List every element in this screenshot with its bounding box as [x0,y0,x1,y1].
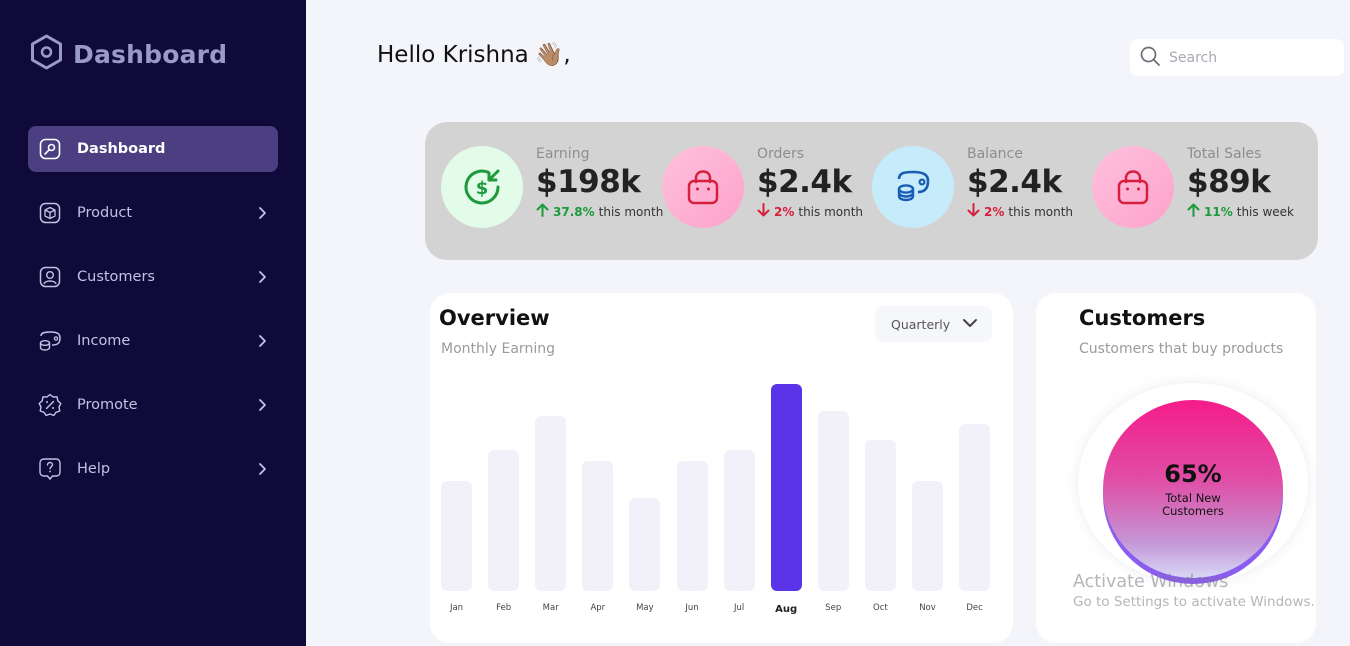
customers-donut: 65% Total New Customers [1078,383,1308,584]
bar-label: Mar [542,603,559,613]
greeting: Hello Krishna 👋🏽 , [377,41,571,69]
sidebar-item-help[interactable]: Help [28,446,278,492]
greeting-suffix: , [563,41,571,68]
bar-dec[interactable] [959,424,991,591]
chevron-right-icon [258,459,268,483]
stat-change: 2% this month [967,203,1117,220]
stat-percent: 37.8% [553,204,595,219]
sidebar-item-income[interactable]: Income [28,318,278,364]
bar-aug[interactable] [770,384,802,591]
bar-label: Apr [590,603,606,613]
bar-oct[interactable] [864,440,896,591]
sidebar-item-label: Product [77,205,133,221]
bar-sep[interactable] [817,411,849,591]
bar-feb[interactable] [488,450,520,591]
stat-period: this week [1236,204,1294,219]
key-icon [38,137,62,161]
sidebar-item-label: Dashboard [77,141,166,157]
watermark-line1: Activate Windows [1073,572,1229,592]
brand-title: Dashboard [73,39,228,69]
bar-jan[interactable] [441,481,472,591]
bag-icon [1092,146,1174,228]
discount-badge-icon [38,393,62,417]
arrow-down-icon [967,203,980,220]
dollar-icon: $ [441,146,523,228]
sidebar-item-label: Help [77,461,111,477]
hexagon-logo-icon [30,34,63,74]
wallet-icon [872,146,954,228]
bar-label: Dec [966,603,983,613]
sidebar-item-customers[interactable]: Customers [28,254,278,300]
stat-percent: 2% [774,204,795,219]
sidebar: Dashboard Dashboard Product Customers In… [0,0,306,646]
stat-change: 37.8% this month [536,203,686,220]
stat-label: Earning [536,146,590,162]
donut-center: 65% Total New Customers [1103,400,1283,578]
waving-hand-icon: 👋🏽 [534,42,564,68]
bar-label: Aug [775,604,798,615]
stat-percent: 11% [1204,204,1233,219]
sidebar-item-label: Customers [77,269,155,285]
help-icon [38,457,62,481]
bar-label: Nov [919,603,936,613]
bar-label: Oct [873,603,888,613]
period-select-value: Quarterly [891,316,951,332]
stat-period: this month [798,204,864,219]
bar-nov[interactable] [912,481,943,591]
watermark-line2: Go to Settings to activate Windows. [1073,594,1315,610]
bar-label: May [636,603,654,613]
chevron-right-icon [258,267,268,291]
stat-label: Balance [967,146,1023,162]
stat-change: 11% this week [1187,203,1337,220]
wallet-icon [38,329,62,353]
cube-icon [38,201,62,225]
donut-label: Total New Customers [1162,491,1224,518]
chevron-right-icon [258,203,268,227]
sidebar-item-label: Promote [77,397,138,413]
bar-may[interactable] [629,498,661,591]
stat-period: this month [598,204,664,219]
bar-label: Jan [449,603,464,613]
sidebar-item-label: Income [77,333,131,349]
stat-percent: 2% [984,204,1005,219]
brand[interactable]: Dashboard [30,34,227,74]
bar-jul[interactable] [723,450,755,591]
chevron-down-icon [962,317,978,332]
stat-label: Total Sales [1187,146,1262,162]
search-box[interactable] [1130,39,1344,76]
stat-value: $89k [1187,164,1271,200]
arrow-up-icon [1187,203,1200,220]
overview-subtitle: Monthly Earning [441,341,555,357]
windows-activation-watermark: Activate Windows Go to Settings to activ… [1073,572,1315,610]
search-icon [1139,45,1161,71]
bag-icon [662,146,744,228]
customers-title: Customers [1079,306,1206,330]
customers-subtitle: Customers that buy products [1079,341,1284,357]
bar-jun[interactable] [676,461,708,591]
chevron-right-icon [258,331,268,355]
user-icon [38,265,62,289]
bar-mar[interactable] [535,416,567,591]
sidebar-item-product[interactable]: Product [28,190,278,236]
chevron-right-icon [258,395,268,419]
bar-label: Feb [496,603,512,613]
period-select[interactable]: Quarterly [875,306,992,342]
sidebar-item-promote[interactable]: Promote [28,382,278,428]
arrow-up-icon [536,203,549,220]
arrow-down-icon [757,203,770,220]
sidebar-item-dashboard[interactable]: Dashboard [28,126,278,172]
stats-panel: $ Earning $198k 37.8% this month Orders … [425,122,1318,260]
stat-period: this month [1008,204,1074,219]
bar-label: Sep [825,603,842,613]
overview-card: Overview Monthly Earning Quarterly Jan Fe… [430,293,1013,643]
bar-apr[interactable] [582,461,614,591]
svg-text:$: $ [476,178,489,199]
bar-label: Jul [733,603,745,613]
search-input[interactable] [1169,49,1329,66]
overview-title: Overview [439,306,550,330]
donut-percent: 65% [1164,460,1222,488]
greeting-text: Hello Krishna [377,41,529,68]
bar-label: Jun [685,603,699,613]
